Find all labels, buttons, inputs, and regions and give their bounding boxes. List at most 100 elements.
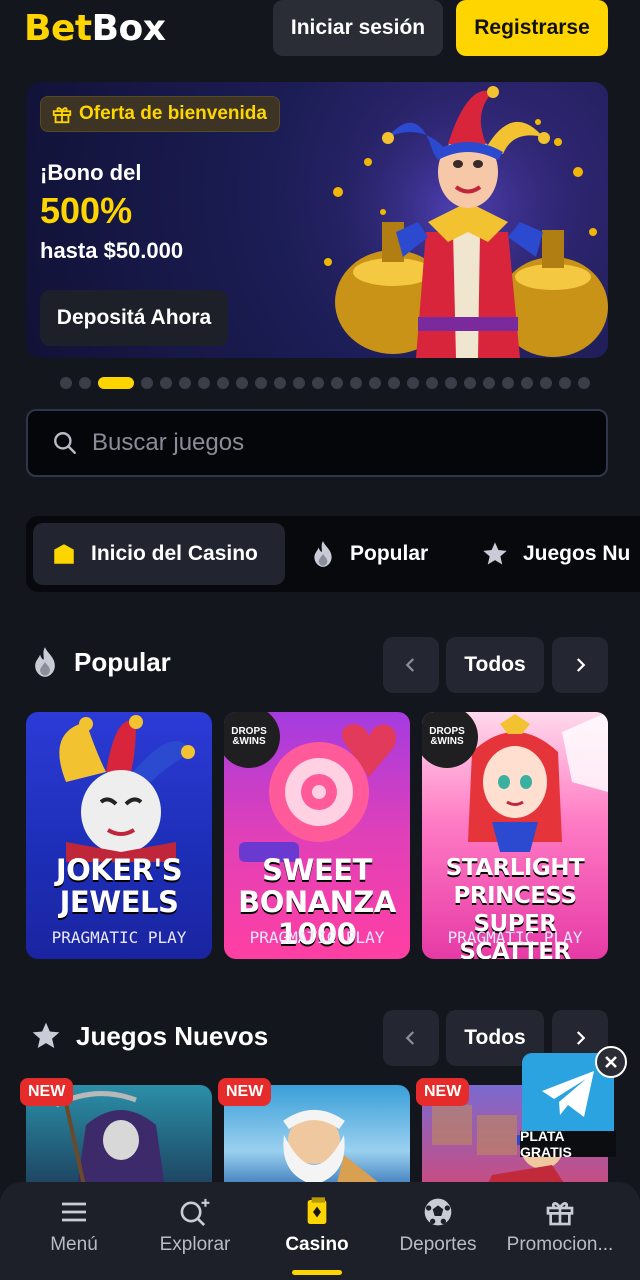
game-provider: PRAGMATIC PLAY bbox=[249, 928, 385, 947]
nav-label: Explorar bbox=[159, 1234, 231, 1255]
banner-line-3: hasta $50.000 bbox=[40, 238, 184, 263]
carousel-dot[interactable] bbox=[559, 377, 571, 389]
carousel-dot[interactable] bbox=[217, 377, 229, 389]
section-label: Juegos Nuevos bbox=[76, 1020, 269, 1051]
carousel-dot[interactable] bbox=[274, 377, 286, 389]
game-provider: PRAGMATIC PLAY bbox=[447, 928, 583, 947]
carousel-dot[interactable] bbox=[60, 377, 72, 389]
telegram-close-button[interactable] bbox=[595, 1046, 627, 1078]
tab-label: Popular bbox=[350, 542, 429, 565]
carousel-dot[interactable] bbox=[141, 377, 153, 389]
active-tab-indicator bbox=[292, 1270, 342, 1275]
popular-section-title: Popular bbox=[30, 646, 171, 678]
carousel-dots bbox=[60, 376, 590, 390]
carousel-dot[interactable] bbox=[578, 377, 590, 389]
carousel-dot[interactable] bbox=[331, 377, 343, 389]
carousel-dot[interactable] bbox=[388, 377, 400, 389]
joker-mask-art bbox=[59, 715, 195, 862]
tab-label: Juegos Nu bbox=[523, 542, 631, 565]
nav-label: Menú bbox=[50, 1234, 98, 1255]
home-icon bbox=[54, 544, 74, 564]
carousel-dot[interactable] bbox=[426, 377, 438, 389]
chevron-right-icon bbox=[576, 658, 586, 672]
game-title: JOKER'S JEWELS bbox=[55, 853, 183, 919]
popular-prev-button[interactable] bbox=[383, 637, 439, 693]
tab-popular[interactable]: Popular bbox=[310, 523, 428, 585]
gift-icon bbox=[546, 1202, 574, 1226]
star-icon bbox=[483, 542, 507, 565]
flame-icon bbox=[314, 541, 332, 567]
nav-sports[interactable]: Deportes bbox=[374, 1196, 502, 1256]
game-card-starlight-princess[interactable]: DROPS &WINS STARLIGHT PRINCESS SUPER SCAT… bbox=[422, 712, 608, 959]
carousel-dot[interactable] bbox=[255, 377, 267, 389]
game-provider: PRAGMATIC PLAY bbox=[51, 928, 187, 947]
nav-menu[interactable]: Menú bbox=[10, 1196, 138, 1256]
logo-part-bet: Bet bbox=[24, 8, 92, 49]
game-card-jokers-jewels[interactable]: JOKER'S JEWELS PRAGMATIC PLAY bbox=[26, 712, 212, 959]
carousel-dot[interactable] bbox=[521, 377, 533, 389]
nav-label: Promocion... bbox=[506, 1234, 614, 1255]
carousel-dot[interactable] bbox=[79, 377, 91, 389]
tab-label: Inicio del Casino bbox=[91, 542, 258, 565]
deposit-now-button[interactable]: Depositá Ahora bbox=[40, 290, 228, 346]
carousel-dot[interactable] bbox=[502, 377, 514, 389]
carousel-dot[interactable] bbox=[236, 377, 248, 389]
telegram-label: PLATA GRATIS bbox=[520, 1128, 616, 1160]
badge-label: Oferta de bienvenida bbox=[79, 103, 267, 124]
carousel-dot[interactable] bbox=[369, 377, 381, 389]
tab-new-games[interactable]: Juegos Nu bbox=[481, 523, 630, 585]
star-icon bbox=[32, 1022, 60, 1048]
carousel-dot-active[interactable] bbox=[98, 377, 134, 389]
welcome-banner[interactable]: Oferta de bienvenida ¡Bono del 500% hast… bbox=[26, 82, 608, 358]
carousel-dot[interactable] bbox=[160, 377, 172, 389]
carousel-dot[interactable] bbox=[540, 377, 552, 389]
section-label: Popular bbox=[74, 646, 171, 677]
chevron-left-icon bbox=[405, 1031, 415, 1045]
nav-label: Casino bbox=[285, 1234, 349, 1255]
tab-casino-home[interactable]: Inicio del Casino bbox=[33, 523, 285, 585]
explore-icon bbox=[180, 1198, 210, 1227]
popular-next-button[interactable] bbox=[552, 637, 608, 693]
welcome-offer-badge: Oferta de bienvenida bbox=[40, 96, 280, 132]
new-games-prev-button[interactable] bbox=[383, 1010, 439, 1066]
drops-badge-text: DROPS &WINS bbox=[429, 727, 465, 747]
search-input[interactable] bbox=[92, 429, 542, 457]
carousel-dot[interactable] bbox=[179, 377, 191, 389]
carousel-dot[interactable] bbox=[198, 377, 210, 389]
casino-icon bbox=[307, 1197, 327, 1224]
drops-badge-line-2: &WINS bbox=[232, 736, 266, 747]
carousel-dot[interactable] bbox=[293, 377, 305, 389]
bottom-navigation: Menú Explorar Casino Deportes Promocion.… bbox=[0, 1182, 640, 1280]
carousel-dot[interactable] bbox=[445, 377, 457, 389]
game-card-sweet-bonanza[interactable]: DROPS &WINS SWEET BONANZA 1000 PRAGMATIC … bbox=[224, 712, 410, 959]
search-bar[interactable] bbox=[26, 409, 608, 477]
chevron-right-icon bbox=[576, 1031, 586, 1045]
nav-explore[interactable]: Explorar bbox=[131, 1196, 259, 1256]
header: BetBox Iniciar sesión Registrarse bbox=[0, 0, 640, 56]
carousel-dot[interactable] bbox=[312, 377, 324, 389]
new-games-section-title: Juegos Nuevos bbox=[30, 1020, 268, 1052]
soccer-ball-icon bbox=[424, 1198, 452, 1226]
nav-casino[interactable]: Casino bbox=[253, 1196, 381, 1256]
drops-badge-line-2: &WINS bbox=[430, 736, 464, 747]
new-badge: NEW bbox=[218, 1078, 272, 1106]
carousel-dot[interactable] bbox=[407, 377, 419, 389]
gift-icon bbox=[52, 107, 72, 124]
register-button[interactable]: Registrarse bbox=[456, 0, 608, 56]
banner-bonus-percent: 500% bbox=[40, 190, 133, 231]
nav-label: Deportes bbox=[399, 1234, 477, 1255]
category-tabs: Inicio del Casino Popular Juegos Nu bbox=[26, 516, 640, 592]
carousel-dot[interactable] bbox=[483, 377, 495, 389]
new-badge: NEW bbox=[416, 1078, 470, 1106]
carousel-dot[interactable] bbox=[464, 377, 476, 389]
popular-all-button[interactable]: Todos bbox=[446, 637, 544, 693]
menu-icon bbox=[62, 1202, 86, 1222]
new-badge: NEW bbox=[20, 1078, 74, 1106]
login-button[interactable]: Iniciar sesión bbox=[273, 0, 443, 56]
nav-promotions[interactable]: Promocion... bbox=[496, 1196, 624, 1256]
jester-illustration bbox=[308, 82, 608, 358]
search-icon bbox=[54, 432, 76, 454]
flame-icon bbox=[35, 647, 55, 677]
carousel-dot[interactable] bbox=[350, 377, 362, 389]
betbox-logo[interactable]: BetBox bbox=[24, 8, 166, 49]
